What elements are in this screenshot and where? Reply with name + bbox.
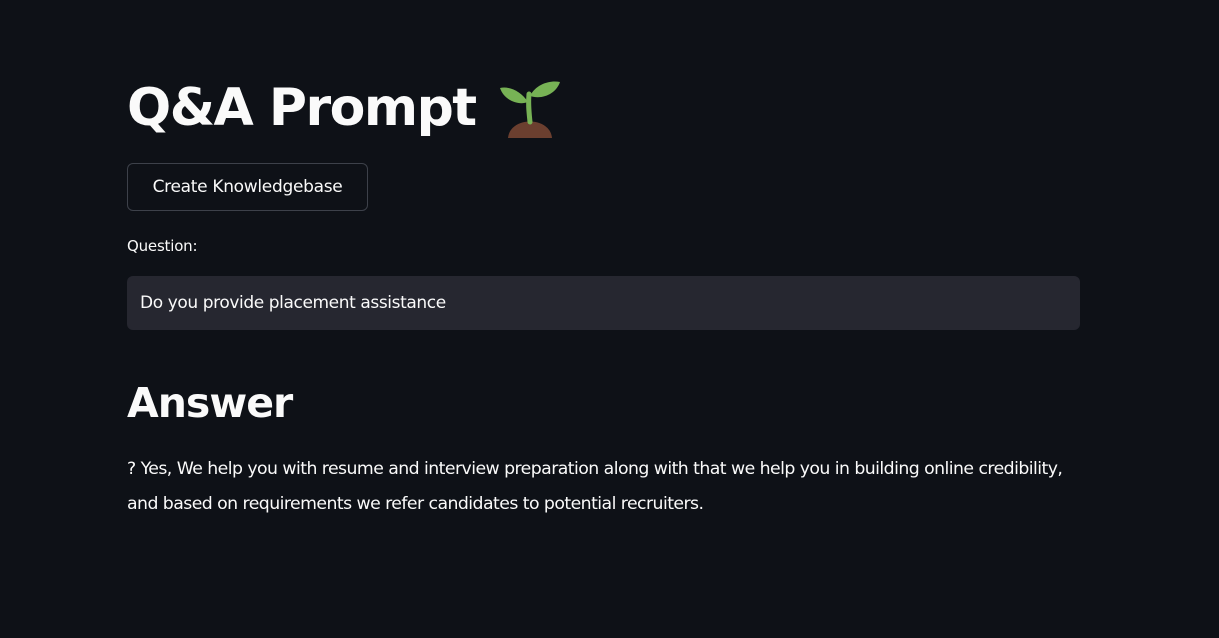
question-input[interactable] (127, 276, 1080, 330)
answer-text: ? Yes, We help you with resume and inter… (127, 459, 1063, 514)
create-knowledgebase-button[interactable]: Create Knowledgebase (127, 163, 368, 211)
question-label: Question: (127, 237, 198, 255)
app-page: Q&A Prompt Create Knowledgebase Question… (0, 0, 1219, 638)
seedling-icon (498, 76, 562, 140)
answer-heading: Answer (127, 379, 293, 427)
title-row: Q&A Prompt (127, 70, 562, 146)
page-title: Q&A Prompt (127, 78, 477, 138)
